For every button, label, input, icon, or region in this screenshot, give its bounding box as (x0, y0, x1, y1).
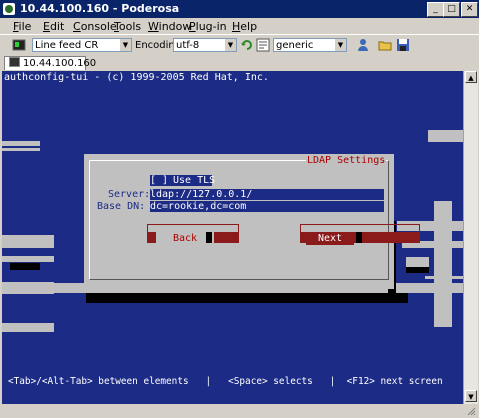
background-block (2, 256, 54, 262)
menu-bar: File Edit Console Tools Window Plug-in H… (0, 18, 479, 34)
chevron-down-icon: ▼ (120, 39, 131, 51)
terminal-icon (9, 57, 20, 67)
terminal-header: authconfig-tui - (c) 1999-2005 Red Hat, … (4, 72, 269, 83)
vertical-scrollbar[interactable]: ▲ ▼ (463, 71, 478, 404)
background-block (434, 201, 452, 327)
shadow-block (356, 232, 362, 243)
toolbar: Line feed CR ▼ Encoding utf-8 ▼ generic ▼ (0, 34, 479, 56)
tab-label: 10.44.100.160 (23, 58, 97, 69)
new-connection-icon[interactable] (12, 38, 26, 52)
menu-plugin[interactable]: Plug-in (189, 20, 227, 33)
status-bar (0, 404, 479, 416)
open-folder-icon[interactable] (378, 38, 392, 52)
menu-help[interactable]: Help (232, 20, 257, 33)
newline-select[interactable]: Line feed CR ▼ (32, 38, 132, 52)
window-title-bar: 10.44.100.160 - Poderosa _ □ ✕ (0, 0, 479, 18)
close-button[interactable]: ✕ (461, 2, 478, 17)
menu-file[interactable]: File (13, 20, 31, 33)
scroll-down-icon[interactable]: ▼ (465, 390, 477, 402)
menu-edit[interactable]: Edit (43, 20, 64, 33)
menu-tools[interactable]: Tools (114, 20, 141, 33)
background-block (2, 148, 40, 151)
background-block (2, 235, 54, 248)
shadow-block (206, 232, 212, 243)
terminal-type-icon (256, 38, 270, 52)
tab-connection[interactable]: 10.44.100.160 (4, 56, 96, 70)
user-icon[interactable] (356, 38, 370, 52)
dialog-title: LDAP Settings (306, 155, 387, 166)
maximize-button[interactable]: □ (443, 2, 460, 17)
base-dn-label: Base DN: (97, 201, 146, 212)
terminal-screen[interactable]: authconfig-tui - (c) 1999-2005 Red Hat, … (2, 71, 463, 404)
help-line: <Tab>/<Alt-Tab> between elements | <Spac… (8, 376, 443, 387)
shadow-block (10, 263, 40, 270)
background-block (406, 257, 429, 267)
shadow-band (86, 293, 408, 303)
chevron-down-icon: ▼ (225, 39, 236, 51)
background-block (2, 323, 54, 332)
background-block (2, 141, 40, 146)
server-input[interactable]: ldap://127.0.0.1/ (150, 189, 384, 200)
shadow-block (406, 267, 429, 273)
next-button[interactable]: Next (306, 232, 354, 245)
resize-grip-icon[interactable] (466, 405, 476, 416)
chevron-down-icon: ▼ (335, 39, 346, 51)
minimize-button[interactable]: _ (427, 2, 444, 17)
ldap-settings-dialog: LDAP Settings [ ] Use TLS Server: ldap:/… (84, 154, 420, 289)
server-label: Server: (108, 189, 151, 200)
terminal-type-select[interactable]: generic ▼ (273, 38, 347, 52)
encoding-select[interactable]: utf-8 ▼ (173, 38, 237, 52)
dialog-frame (89, 160, 389, 280)
background-block (428, 130, 463, 142)
menu-console[interactable]: Console (73, 20, 117, 33)
menu-window[interactable]: Window (148, 20, 191, 33)
base-dn-input[interactable]: dc=rookie,dc=com (150, 201, 384, 212)
window-title: 10.44.100.160 - Poderosa (20, 2, 180, 15)
app-icon (3, 3, 15, 15)
scroll-up-icon[interactable]: ▲ (465, 71, 477, 83)
refresh-icon[interactable] (240, 38, 254, 52)
save-icon[interactable] (396, 38, 410, 52)
use-tls-checkbox[interactable]: [ ] (150, 175, 168, 186)
use-tls-label: Use TLS (173, 175, 216, 186)
